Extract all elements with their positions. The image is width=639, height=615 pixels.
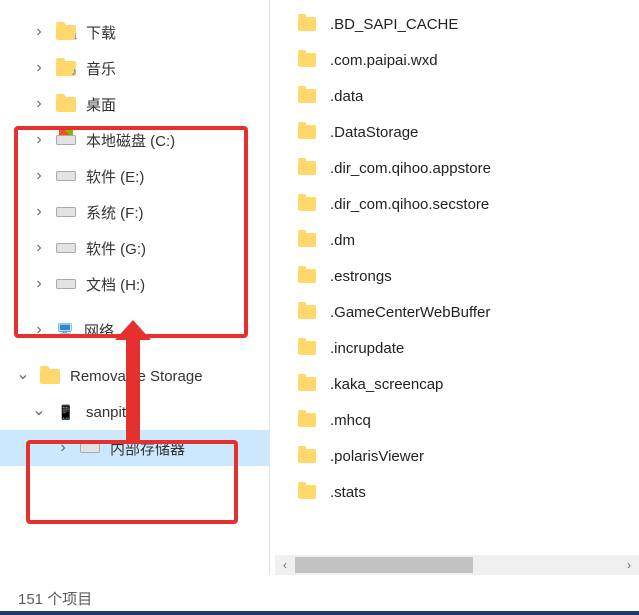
chevron-right-icon[interactable] — [32, 23, 46, 41]
drive-icon — [56, 166, 76, 186]
file-name: .dir_com.qihoo.appstore — [330, 160, 491, 177]
file-row[interactable]: .DataStorage — [270, 114, 639, 150]
tree-item-desktop[interactable]: 桌面 — [0, 86, 269, 122]
chevron-right-icon[interactable] — [32, 59, 46, 77]
file-row[interactable]: .dm — [270, 222, 639, 258]
chevron-right-icon[interactable] — [32, 321, 46, 339]
navigation-tree: 下载 音乐 桌面 本地磁盘 (C:) 软件 (E:) 系统 (F:) — [0, 0, 270, 575]
file-name: .data — [330, 88, 363, 105]
file-row[interactable]: .polarisViewer — [270, 438, 639, 474]
window-border — [0, 611, 639, 615]
tree-item-drive-f[interactable]: 系统 (F:) — [0, 194, 269, 230]
chevron-right-icon[interactable] — [32, 275, 46, 293]
scroll-left-button[interactable]: ‹ — [275, 555, 295, 575]
folder-icon — [298, 89, 316, 103]
tree-label: 系统 (F:) — [86, 202, 144, 223]
tree-item-music[interactable]: 音乐 — [0, 50, 269, 86]
file-name: .DataStorage — [330, 124, 418, 141]
folder-icon — [298, 53, 316, 67]
folder-icon — [298, 161, 316, 175]
file-row[interactable]: .incrupdate — [270, 330, 639, 366]
chevron-right-icon[interactable] — [32, 239, 46, 257]
file-row[interactable]: .stats — [270, 474, 639, 510]
tree-label: 桌面 — [86, 94, 116, 115]
device-icon — [56, 402, 76, 422]
file-name: .kaka_screencap — [330, 376, 443, 393]
scroll-thumb[interactable] — [295, 557, 473, 573]
folder-icon — [298, 449, 316, 463]
drive-icon — [80, 438, 100, 458]
downloads-folder-icon — [56, 22, 76, 42]
folder-icon — [298, 377, 316, 391]
status-bar-count: 151 个项目 — [18, 588, 92, 609]
file-name: .stats — [330, 484, 366, 501]
folder-icon — [298, 305, 316, 319]
chevron-right-icon[interactable] — [56, 439, 70, 457]
tree-item-drive-e[interactable]: 软件 (E:) — [0, 158, 269, 194]
annotation-arrow-icon — [126, 338, 140, 444]
tree-item-drive-h[interactable]: 文档 (H:) — [0, 266, 269, 302]
file-name: .dir_com.qihoo.secstore — [330, 196, 489, 213]
tree-item-drive-c[interactable]: 本地磁盘 (C:) — [0, 122, 269, 158]
scroll-right-button[interactable]: › — [619, 555, 639, 575]
file-row[interactable]: .com.paipai.wxd — [270, 42, 639, 78]
network-icon — [56, 322, 74, 338]
tree-label: 网络 — [84, 320, 114, 341]
windows-drive-icon — [56, 130, 76, 150]
file-row[interactable]: .estrongs — [270, 258, 639, 294]
folder-icon — [298, 485, 316, 499]
tree-item-drive-g[interactable]: 软件 (G:) — [0, 230, 269, 266]
chevron-right-icon[interactable] — [32, 95, 46, 113]
folder-icon — [298, 197, 316, 211]
tree-label: 下载 — [86, 22, 116, 43]
file-name: .incrupdate — [330, 340, 404, 357]
music-folder-icon — [56, 58, 76, 78]
folder-icon — [298, 233, 316, 247]
desktop-folder-icon — [56, 94, 76, 114]
tree-label: 软件 (E:) — [86, 166, 144, 187]
file-row[interactable]: .data — [270, 78, 639, 114]
chevron-right-icon[interactable] — [32, 167, 46, 185]
folder-icon — [298, 413, 316, 427]
file-row[interactable]: .GameCenterWebBuffer — [270, 294, 639, 330]
file-name: .BD_SAPI_CACHE — [330, 16, 458, 33]
file-row[interactable]: .kaka_screencap — [270, 366, 639, 402]
file-name: .estrongs — [330, 268, 392, 285]
tree-label: sanpitt — [86, 404, 130, 421]
folder-icon — [298, 17, 316, 31]
drive-icon — [56, 238, 76, 258]
tree-item-downloads[interactable]: 下载 — [0, 14, 269, 50]
drive-icon — [56, 274, 76, 294]
file-row[interactable]: .mhcq — [270, 402, 639, 438]
file-name: .polarisViewer — [330, 448, 424, 465]
tree-label: 文档 (H:) — [86, 274, 145, 295]
folder-icon — [298, 341, 316, 355]
file-name: .com.paipai.wxd — [330, 52, 438, 69]
folder-icon — [40, 366, 60, 386]
horizontal-scrollbar[interactable]: ‹ › — [275, 555, 639, 575]
chevron-right-icon[interactable] — [32, 131, 46, 149]
tree-label: 本地磁盘 (C:) — [86, 130, 175, 151]
tree-label: 软件 (G:) — [86, 238, 146, 259]
drive-icon — [56, 202, 76, 222]
tree-label: 音乐 — [86, 58, 116, 79]
folder-icon — [298, 269, 316, 283]
file-row[interactable]: .BD_SAPI_CACHE — [270, 6, 639, 42]
file-row[interactable]: .dir_com.qihoo.appstore — [270, 150, 639, 186]
file-name: .GameCenterWebBuffer — [330, 304, 490, 321]
chevron-down-icon[interactable] — [32, 402, 46, 422]
file-row[interactable]: .dir_com.qihoo.secstore — [270, 186, 639, 222]
chevron-right-icon[interactable] — [32, 203, 46, 221]
chevron-down-icon[interactable] — [16, 366, 30, 386]
file-name: .dm — [330, 232, 355, 249]
tree-label: 内部存储器 — [110, 438, 185, 459]
file-name: .mhcq — [330, 412, 371, 429]
file-list: .BD_SAPI_CACHE .com.paipai.wxd .data .DataS… — [270, 0, 639, 575]
folder-icon — [298, 125, 316, 139]
scroll-track[interactable] — [295, 555, 619, 575]
